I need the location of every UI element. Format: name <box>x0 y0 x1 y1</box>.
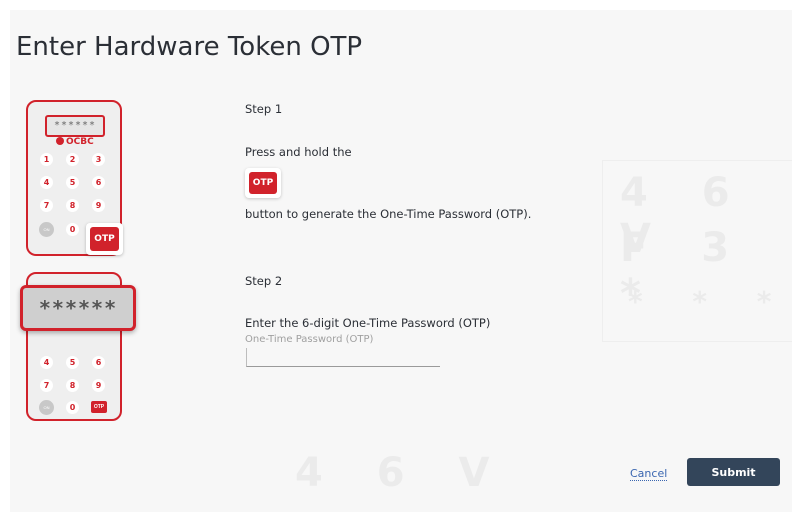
ocbc-brand-text: OCBC <box>66 137 94 147</box>
otp-input[interactable] <box>246 348 440 367</box>
token-key-6: 6 <box>92 176 105 189</box>
step2-heading: Step 2 <box>245 274 283 288</box>
step1-instruction: Press and hold the <box>245 145 352 159</box>
token-key-9: 9 <box>92 199 105 212</box>
token-on-key: ON <box>39 222 54 237</box>
token-key-5: 5 <box>66 356 79 369</box>
otp-button-icon: OTP <box>245 168 281 198</box>
otp-field-label: One-Time Password (OTP) <box>245 334 374 345</box>
token-key-5: 5 <box>66 176 79 189</box>
step1-heading: Step 1 <box>245 102 283 116</box>
token-key-8: 8 <box>66 199 79 212</box>
token-key-2: 2 <box>66 153 79 166</box>
step1-instruction-cont: button to generate the One-Time Password… <box>245 207 532 221</box>
otp-button-label: OTP <box>90 227 119 251</box>
token-otp-button-highlight: OTP <box>86 223 123 255</box>
otp-panel: * * * 4 6 V F 3 * * * * 4 6 V Enter Hard… <box>10 10 792 512</box>
ocbc-logo: OCBC <box>56 137 94 147</box>
token-screen: ****** <box>45 115 105 137</box>
watermark-grid-row3: * * * <box>628 285 792 318</box>
token-otp-key: OTP <box>91 401 107 413</box>
ocbc-logo-icon <box>56 137 64 145</box>
token-key-7: 7 <box>40 199 53 212</box>
token-key-0: 0 <box>66 223 79 236</box>
watermark-top: * * * <box>302 10 461 20</box>
otp-button-icon-label: OTP <box>249 172 277 194</box>
token-key-8: 8 <box>66 379 79 392</box>
token-key-4: 4 <box>40 176 53 189</box>
watermark-bottom: 4 6 V <box>295 450 510 496</box>
cancel-link[interactable]: Cancel <box>630 467 668 481</box>
token-key-9: 9 <box>92 379 105 392</box>
token-key-3: 3 <box>92 153 105 166</box>
token-key-0: 0 <box>66 401 79 414</box>
token-key-4: 4 <box>40 356 53 369</box>
submit-button[interactable]: Submit <box>687 458 780 486</box>
token-key-7: 7 <box>40 379 53 392</box>
token-on-key: ON <box>39 400 54 415</box>
page-title: Enter Hardware Token OTP <box>16 32 363 62</box>
step2-instruction: Enter the 6-digit One-Time Password (OTP… <box>245 316 491 330</box>
token-screen-magnified: ****** <box>20 285 136 331</box>
token-key-1: 1 <box>40 153 53 166</box>
token-key-6: 6 <box>92 356 105 369</box>
